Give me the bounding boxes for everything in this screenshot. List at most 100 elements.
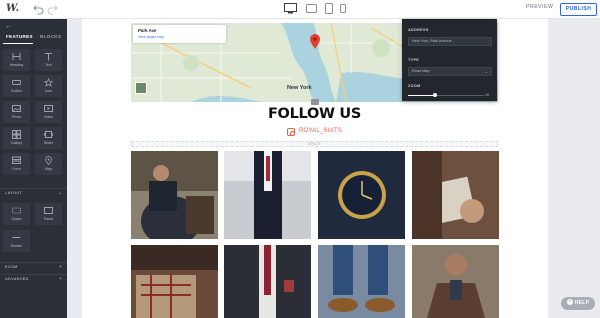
help-button[interactable]: ? HELP — [561, 297, 595, 310]
tab-blocks[interactable]: BLOCKS — [40, 34, 61, 39]
space-label: SPACE — [308, 142, 321, 146]
gallery-photo-2[interactable] — [224, 151, 311, 239]
zoom-slider-fill — [408, 95, 436, 96]
photo-man-in-coat — [412, 245, 499, 318]
top-toolbar: W. PREVIEW PUBLISH — [0, 0, 600, 19]
element-label: Slider — [43, 141, 54, 145]
element-heading[interactable]: Heading — [3, 49, 30, 71]
slider-icon — [44, 131, 53, 138]
instagram-handle: ROYAL_SUITS — [299, 128, 343, 134]
tablet-landscape-icon[interactable] — [306, 3, 317, 14]
element-panel[interactable]: Panel — [35, 203, 62, 225]
element-label: Space — [11, 217, 22, 221]
gallery-photo-1[interactable] — [131, 151, 218, 239]
plus-icon: + — [59, 276, 62, 282]
app-logo[interactable]: W. — [6, 3, 20, 15]
element-label: Map — [45, 167, 52, 171]
element-label: Button — [11, 89, 22, 93]
section-label: LAYOUT — [5, 191, 23, 195]
map-info-card: Park Ave View larger map — [133, 25, 226, 43]
plus-icon: + — [59, 264, 62, 270]
element-label: Video — [43, 115, 54, 119]
redo-icon[interactable] — [47, 3, 58, 15]
sidebar: ← FEATURES BLOCKS Heading Text Button Ic… — [0, 19, 67, 318]
element-label: Text — [45, 63, 52, 67]
back-arrow-icon[interactable]: ← — [5, 23, 12, 30]
photo-man-in-chair — [131, 151, 218, 239]
type-value: Road Map — [412, 69, 430, 73]
tablet-portrait-icon[interactable] — [325, 3, 333, 14]
divider-icon — [12, 237, 21, 238]
element-video[interactable]: Video — [35, 101, 62, 123]
photo-icon — [12, 105, 21, 112]
photo-watch — [318, 151, 405, 239]
star-icon — [44, 78, 53, 87]
instagram-icon — [287, 128, 295, 136]
zoom-label: ZOOM — [408, 84, 421, 88]
space-block[interactable]: SPACE — [131, 141, 498, 147]
element-map[interactable]: Map — [35, 153, 62, 175]
photo-newspaper — [412, 151, 499, 239]
element-slider[interactable]: Slider — [35, 127, 62, 149]
element-gallery[interactable]: Gallery — [3, 127, 30, 149]
element-label: Photo — [11, 115, 22, 119]
section-layout[interactable]: LAYOUT ⌄ — [0, 188, 67, 196]
text-icon — [45, 53, 52, 61]
chevron-down-icon: ⌄ — [484, 69, 488, 74]
type-label: TYPE — [408, 58, 420, 62]
satellite-toggle[interactable] — [135, 82, 147, 94]
space-icon — [12, 207, 21, 214]
element-divider[interactable]: Divider — [3, 230, 30, 252]
element-label: Panel — [43, 217, 54, 221]
map-settings-panel: ADDRESS New York, Park Avenue TYPE Road … — [402, 19, 497, 101]
photo-man-standing — [224, 151, 311, 239]
element-label: Heading — [9, 63, 24, 67]
publish-button[interactable]: PUBLISH — [560, 3, 597, 16]
address-value: New York, Park Avenue — [412, 39, 452, 43]
desktop-icon[interactable] — [284, 3, 297, 14]
map-place-title: Park Ave — [138, 28, 157, 33]
chevron-down-icon: ⌄ — [57, 190, 62, 196]
element-button[interactable]: Button — [3, 75, 30, 97]
element-form[interactable]: Form — [3, 153, 30, 175]
element-text[interactable]: Text — [35, 49, 62, 71]
button-icon — [12, 80, 21, 85]
address-field[interactable]: New York, Park Avenue — [408, 37, 492, 46]
gallery-photo-7[interactable] — [318, 245, 405, 318]
drag-handle-icon[interactable] — [311, 99, 319, 105]
photo-shoes — [318, 245, 405, 318]
help-label: HELP — [574, 300, 590, 306]
address-label: ADDRESS — [408, 28, 429, 32]
gallery-photo-3[interactable] — [318, 151, 405, 239]
mobile-icon[interactable] — [340, 3, 346, 14]
view-larger-map-link[interactable]: View larger map — [138, 35, 164, 39]
help-icon: ? — [566, 299, 573, 305]
element-label: Icon — [45, 89, 52, 93]
element-icon[interactable]: Icon — [35, 75, 62, 97]
map-pin-icon — [45, 156, 52, 165]
photo-suit-detail — [224, 245, 311, 318]
element-photo[interactable]: Photo — [3, 101, 30, 123]
undo-icon[interactable] — [33, 3, 44, 15]
heading-icon — [12, 53, 21, 60]
active-tab-indicator — [3, 43, 33, 44]
map-city-label: New York — [287, 85, 312, 91]
gallery-photo-4[interactable] — [412, 151, 499, 239]
element-label: Divider — [10, 244, 23, 248]
gallery-photo-6[interactable] — [224, 245, 311, 318]
photo-scarf-and-bag — [131, 245, 218, 318]
sidebar-tabs: FEATURES BLOCKS — [0, 34, 67, 43]
section-label: ECOM — [5, 265, 18, 269]
follow-heading: FOLLOW US — [267, 106, 362, 122]
gallery-photo-5[interactable] — [131, 245, 218, 318]
element-space[interactable]: Space — [3, 203, 30, 225]
section-ecom[interactable]: ECOM + — [0, 262, 67, 270]
tab-features[interactable]: FEATURES — [6, 34, 33, 39]
type-select[interactable]: Road Map ⌄ — [408, 67, 492, 76]
element-label: Form — [12, 167, 21, 171]
gallery-icon — [12, 130, 21, 139]
preview-button[interactable]: PREVIEW — [526, 4, 553, 10]
gallery-photo-8[interactable] — [412, 245, 499, 318]
section-advanced[interactable]: ADVANCED + — [0, 274, 67, 282]
form-icon — [12, 156, 21, 164]
